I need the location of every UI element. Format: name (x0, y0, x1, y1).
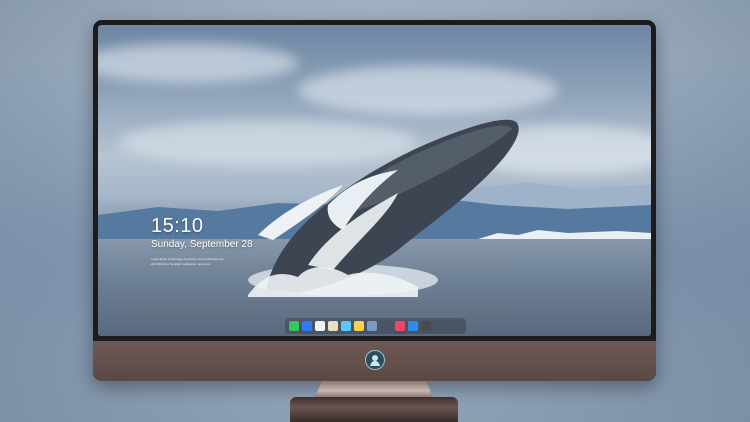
spotlight-caption[interactable]: Learn about technology, browsing, and pr… (151, 257, 271, 266)
preview-icon[interactable] (367, 321, 377, 331)
notes-icon[interactable] (328, 321, 338, 331)
brand-logo-icon (365, 350, 385, 370)
clips-icon[interactable] (341, 321, 351, 331)
monitor-stand-base (290, 397, 458, 422)
lock-date: Sunday, September 28 (151, 239, 253, 250)
messages-icon[interactable] (289, 321, 299, 331)
clock-icon[interactable] (315, 321, 325, 331)
stickies-icon[interactable] (354, 321, 364, 331)
caption-line: with Windows Spotlight wallpapers and mo… (151, 261, 211, 266)
dock (285, 318, 466, 334)
monitor: 15:10 Sunday, September 28 Learn about t… (93, 20, 656, 381)
monitor-chin (93, 341, 656, 381)
lock-time: 15:10 (151, 215, 204, 237)
music-icon[interactable] (395, 321, 405, 331)
finder-icon[interactable] (302, 321, 312, 331)
lock-screen[interactable]: 15:10 Sunday, September 28 Learn about t… (98, 25, 651, 336)
safari-icon[interactable] (408, 321, 418, 331)
monitor-stand-neck (315, 381, 433, 397)
camera-icon[interactable] (421, 321, 431, 331)
whale-illustration (248, 119, 519, 297)
